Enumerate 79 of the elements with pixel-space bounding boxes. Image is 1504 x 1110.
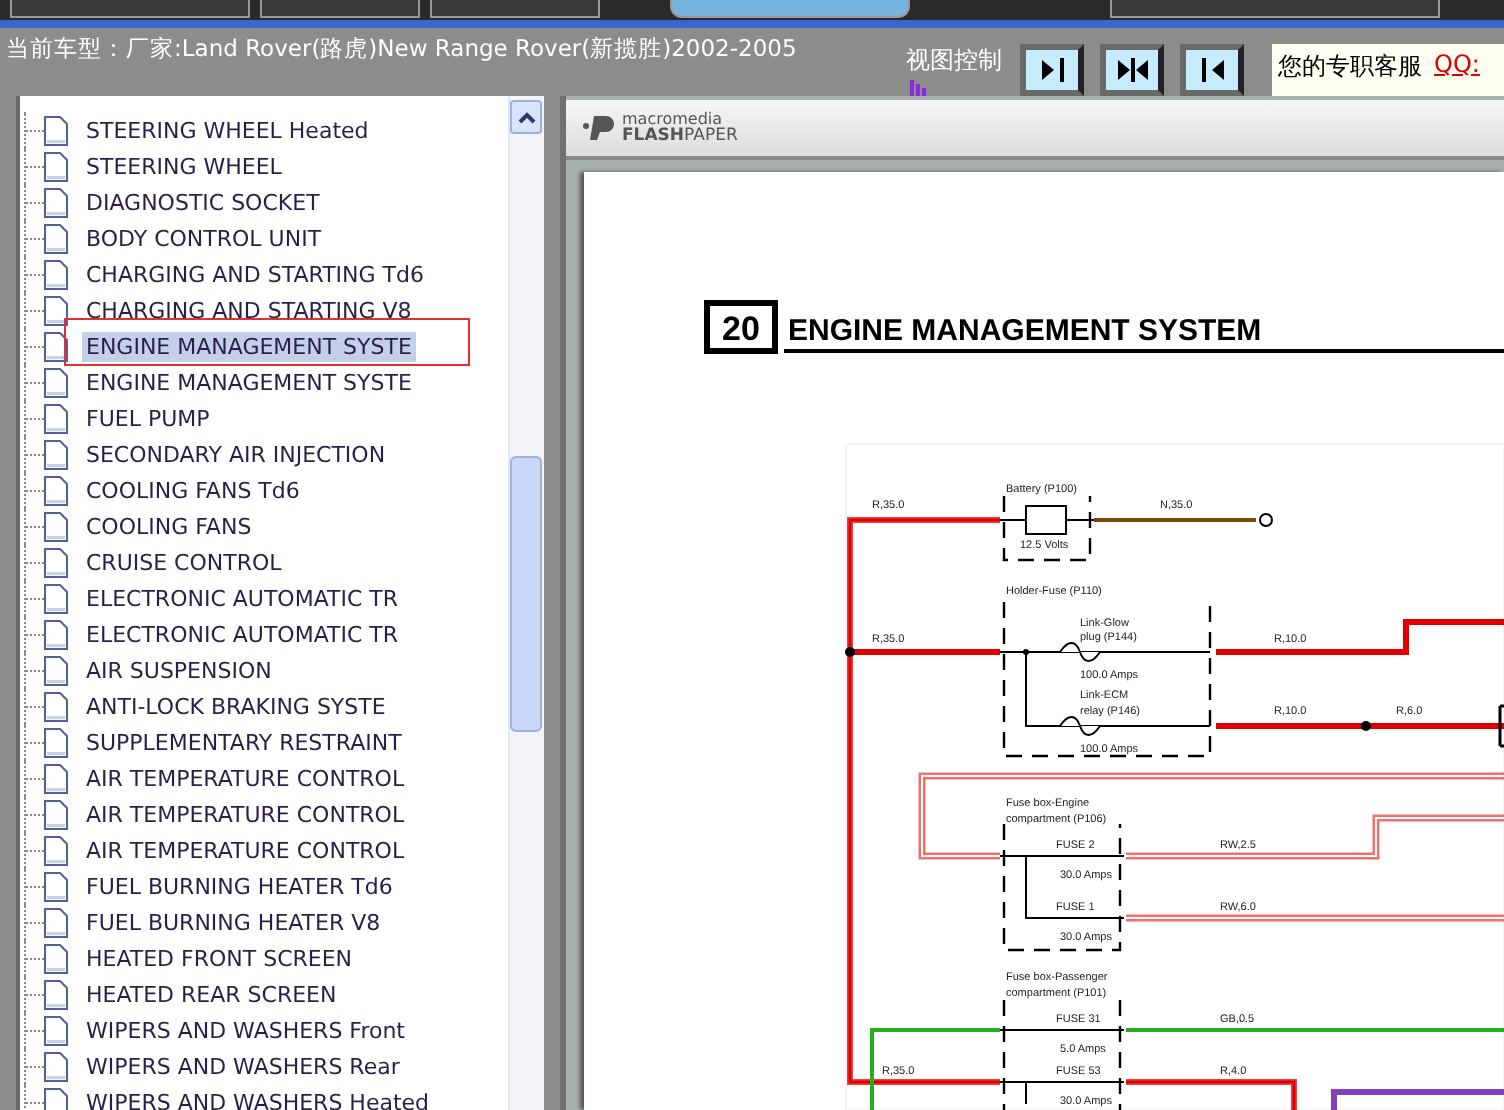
document-icon — [44, 691, 68, 721]
view-control-label: 视图控制 — [906, 44, 1004, 78]
tree-item[interactable]: COOLING FANS Td6 — [82, 475, 304, 505]
scrollbar[interactable] — [508, 96, 544, 1110]
document-icon — [44, 727, 68, 757]
document-icon — [44, 475, 68, 505]
document-icon — [44, 511, 68, 541]
tree-item[interactable]: SECONDARY AIR INJECTION — [82, 439, 390, 469]
support-label: 您的专职客服 — [1278, 50, 1422, 84]
document-icon — [44, 295, 68, 325]
arrow-icon — [1041, 58, 1063, 82]
document-icon — [44, 259, 68, 289]
tree-item[interactable]: DIAGNOSTIC SOCKET — [82, 187, 324, 217]
toolbar-button[interactable] — [1110, 0, 1440, 18]
document-icon — [44, 187, 68, 217]
tree-item[interactable]: COOLING FANS — [82, 511, 256, 541]
tree-item[interactable]: ENGINE MANAGEMENT SYSTE — [82, 331, 416, 361]
document-icon — [44, 871, 68, 901]
tree-item[interactable]: FUEL BURNING HEATER V8 — [82, 907, 385, 937]
toolbar-button[interactable] — [260, 0, 420, 18]
tree-item[interactable]: CRUISE CONTROL — [82, 547, 286, 577]
document-icon — [44, 763, 68, 793]
tree-item[interactable]: FUEL PUMP — [82, 403, 214, 433]
tree-item[interactable]: WIPERS AND WASHERS Rear — [82, 1051, 404, 1081]
split-arrows-icon — [1117, 58, 1147, 82]
tree-item[interactable]: CHARGING AND STARTING V8 — [82, 295, 416, 325]
tree-item[interactable]: AIR SUSPENSION — [82, 655, 276, 685]
logo-brand: macromedia — [622, 112, 723, 128]
document-icon — [44, 943, 68, 973]
tree-item[interactable]: AIR TEMPERATURE CONTROL — [82, 799, 409, 829]
document-icon — [44, 835, 68, 865]
tree-item[interactable]: ELECTRONIC AUTOMATIC TR — [82, 619, 402, 649]
logo-product: FLASHPAPER — [622, 128, 738, 144]
tree-item[interactable]: STEERING WHEEL — [82, 151, 286, 181]
document-icon — [44, 583, 68, 613]
document-icon — [44, 403, 68, 433]
arrow-icon — [1201, 58, 1223, 82]
document-icon — [44, 1051, 68, 1081]
tree-item[interactable]: AIR TEMPERATURE CONTROL — [82, 763, 409, 793]
document-icon — [44, 331, 68, 361]
view-button[interactable] — [1100, 44, 1164, 96]
scroll-up-button[interactable] — [510, 100, 542, 134]
view-button[interactable] — [1020, 44, 1084, 96]
document-icon — [44, 223, 68, 253]
tree-item[interactable]: SUPPLEMENTARY RESTRAINT — [82, 727, 406, 757]
tree-item[interactable]: CHARGING AND STARTING Td6 — [82, 259, 428, 289]
tree-item[interactable]: HEATED REAR SCREEN — [82, 979, 341, 1009]
tree-item[interactable]: ENGINE MANAGEMENT SYSTE — [82, 367, 416, 397]
vehicle-title: 当前车型：厂家:Land Rover(路虎)New Range Rover(新揽胜)2002-2005 — [4, 32, 799, 66]
logo-mark-icon — [582, 114, 616, 142]
document-icon — [44, 151, 68, 181]
tree-item[interactable]: AIR TEMPERATURE CONTROL — [82, 835, 409, 865]
chevron-up-icon — [517, 111, 535, 123]
document-icon — [44, 1015, 68, 1045]
toolbar-button[interactable] — [10, 0, 250, 18]
document-icon — [44, 655, 68, 685]
document-icon — [44, 367, 68, 397]
document-icon — [44, 115, 68, 145]
tree-item[interactable]: WIPERS AND WASHERS Front — [82, 1015, 409, 1045]
document-icon — [44, 439, 68, 469]
tree-item[interactable]: WIPERS AND WASHERS Heated — [82, 1087, 434, 1110]
tree-item[interactable]: STEERING WHEEL Heated — [82, 115, 373, 145]
toolbar-button[interactable] — [430, 0, 600, 18]
tree-item[interactable]: BODY CONTROL UNIT — [82, 223, 326, 253]
chapter-number-box — [704, 300, 778, 354]
document-icon — [44, 979, 68, 1009]
document-icon — [44, 799, 68, 829]
document-icon — [44, 907, 68, 937]
document-icon — [44, 547, 68, 577]
tree-item[interactable]: ELECTRONIC AUTOMATIC TR — [82, 583, 402, 613]
view-button[interactable] — [1180, 44, 1244, 96]
tree-item[interactable]: HEATED FRONT SCREEN — [82, 943, 357, 973]
scroll-thumb[interactable] — [510, 456, 542, 732]
tree-item[interactable]: ANTI-LOCK BRAKING SYSTE — [82, 691, 390, 721]
qq-link[interactable]: QQ: — [1434, 50, 1480, 78]
tree-item[interactable]: FUEL BURNING HEATER Td6 — [82, 871, 397, 901]
chapter-title: ENGINE MANAGEMENT SYSTEM — [788, 314, 1262, 348]
chapter-number: 20 — [722, 310, 760, 348]
document-icon — [44, 619, 68, 649]
